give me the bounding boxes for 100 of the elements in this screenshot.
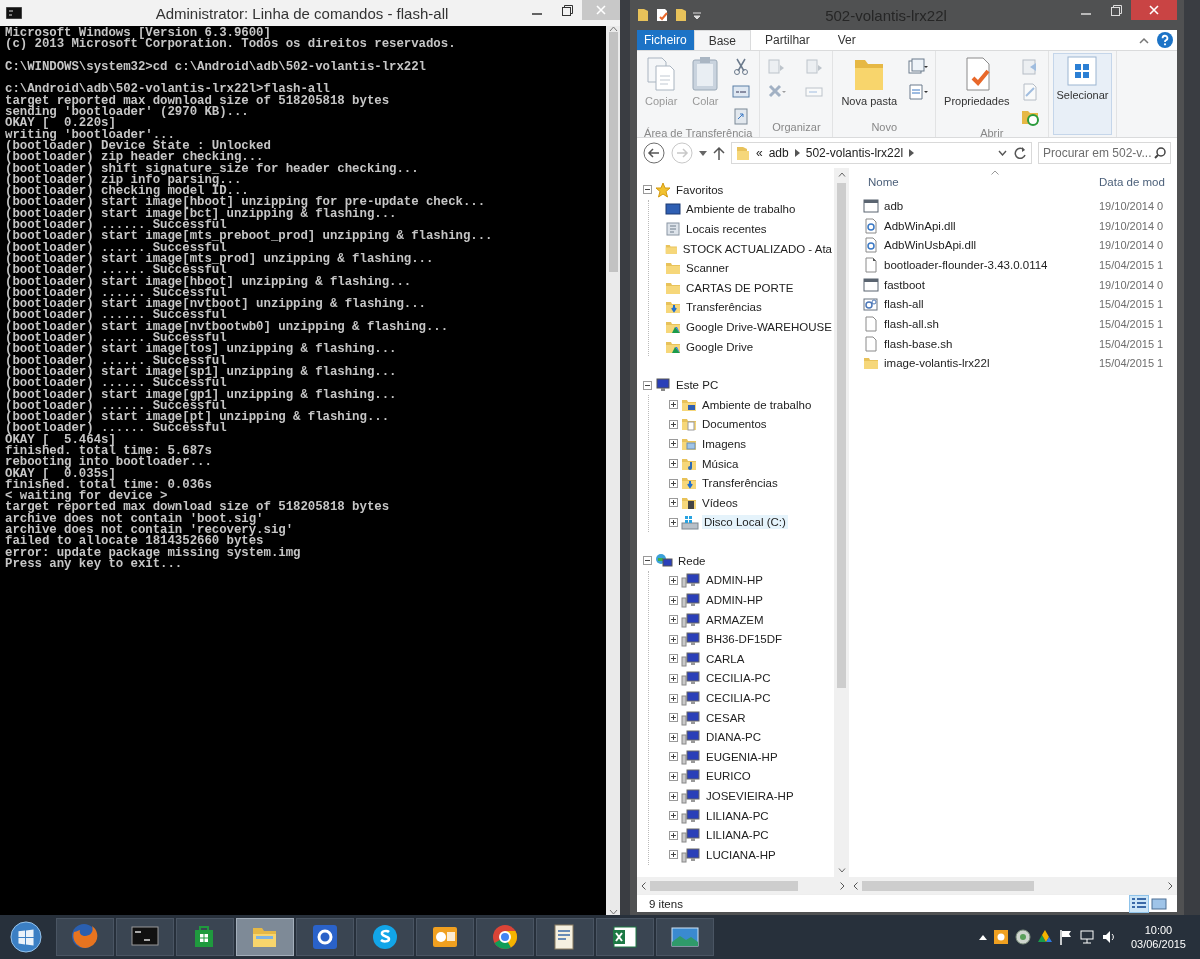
drive-tray-icon[interactable]: [1036, 929, 1053, 945]
flag-icon[interactable]: [1058, 929, 1073, 945]
tree-item[interactable]: LUCIANA-HP: [704, 847, 778, 862]
tree-item[interactable]: JOSEVIEIRA-HP: [704, 789, 796, 803]
tree-item[interactable]: Locais recentes: [684, 222, 769, 236]
ribbon-button[interactable]: Selecionar: [1052, 53, 1113, 135]
taskbar-button[interactable]: [536, 918, 594, 956]
folder-icon[interactable]: [637, 8, 649, 22]
file-name[interactable]: adb: [884, 199, 904, 212]
expand-icon[interactable]: [669, 576, 678, 585]
scrollbar[interactable]: [606, 26, 620, 915]
breadcrumb[interactable]: 502-volantis-lrx22l: [805, 146, 904, 160]
customize-caret-icon[interactable]: [693, 11, 701, 19]
expand-icon[interactable]: [669, 811, 678, 821]
mail-tray-icon[interactable]: [992, 929, 1009, 945]
refresh-icon[interactable]: [1013, 146, 1027, 160]
expand-icon[interactable]: [669, 752, 678, 762]
tree-item[interactable]: ADMIN-HP: [704, 573, 765, 588]
expand-icon[interactable]: [669, 732, 678, 742]
tree-item[interactable]: Google Drive: [684, 339, 756, 354]
dropdown-icon[interactable]: [998, 150, 1007, 156]
close-button[interactable]: [1131, 0, 1177, 20]
tree-item[interactable]: CECILIA-PC: [704, 671, 773, 686]
help-icon[interactable]: [1157, 32, 1173, 48]
file-menu-tab[interactable]: Ficheiro: [637, 30, 694, 50]
expand-icon[interactable]: [669, 478, 678, 488]
expand-icon[interactable]: [669, 791, 678, 801]
new-folder-icon[interactable]: [675, 8, 687, 22]
tree-item[interactable]: Scanner: [684, 261, 731, 276]
tree-item[interactable]: Documentos: [700, 417, 769, 432]
back-button[interactable]: [643, 142, 665, 164]
properties-icon[interactable]: [655, 8, 669, 22]
tree-item[interactable]: Transferências: [700, 476, 780, 491]
expand-icon[interactable]: [669, 673, 678, 683]
tree-item[interactable]: CECILIA-PC: [704, 691, 773, 706]
tree-item[interactable]: Ambiente de trabalho: [684, 202, 798, 217]
file-name[interactable]: flash-base.sh: [884, 337, 953, 350]
tree-item[interactable]: Disco Local (C:): [702, 515, 788, 530]
expand-icon[interactable]: [669, 693, 678, 703]
clock-date[interactable]: 03/06/2015: [1130, 937, 1186, 951]
show-hidden-icons-icon[interactable]: [978, 934, 987, 940]
tree-item[interactable]: CARTAS DE PORTE: [684, 280, 796, 295]
scrollbar[interactable]: [849, 877, 1177, 894]
taskbar-button[interactable]: [296, 918, 354, 956]
breadcrumb[interactable]: «: [756, 146, 763, 160]
collapse-ribbon-icon[interactable]: [1139, 36, 1149, 44]
expand-icon[interactable]: [669, 439, 678, 449]
expand-icon[interactable]: [669, 498, 678, 508]
expand-icon[interactable]: [669, 713, 678, 723]
taskbar-button[interactable]: [416, 918, 474, 956]
address-bar[interactable]: « adb 502-volantis-lrx22l: [731, 142, 1032, 164]
chevron-icon[interactable]: [909, 149, 915, 157]
scrollbar[interactable]: [834, 168, 849, 877]
column-header[interactable]: Nome: [863, 176, 1099, 188]
ribbon-tab[interactable]: Partilhar: [751, 30, 824, 50]
view-button[interactable]: [1129, 894, 1149, 913]
expand-icon[interactable]: [669, 634, 678, 644]
expand-icon[interactable]: [669, 771, 678, 781]
tree-item[interactable]: LILIANA-PC: [704, 808, 771, 823]
file-name[interactable]: flash-all.sh: [884, 317, 939, 330]
expand-icon[interactable]: [669, 419, 678, 429]
expand-icon[interactable]: [669, 654, 678, 664]
recent-caret-icon[interactable]: [699, 150, 707, 156]
file-name[interactable]: flash-all: [884, 298, 924, 311]
volume-icon[interactable]: [1100, 929, 1117, 945]
expand-icon[interactable]: [669, 615, 678, 625]
tree-item[interactable]: BH36-DF15DF: [704, 632, 785, 647]
ribbon-tab[interactable]: Ver: [823, 30, 870, 50]
file-name[interactable]: bootloader-flounder-3.43.0.0114: [884, 258, 1048, 271]
tree-item[interactable]: Favoritos: [674, 182, 726, 197]
tree-item[interactable]: STOCK ACTUALIZADO - Ata: [680, 241, 834, 256]
network-tray-icon[interactable]: [1078, 929, 1095, 945]
taskbar-button[interactable]: [476, 918, 534, 956]
file-name[interactable]: AdbWinUsbApi.dll: [884, 239, 977, 252]
tree-item[interactable]: ARMAZEM: [704, 612, 766, 627]
taskbar-button[interactable]: [176, 918, 234, 956]
tree-item[interactable]: LILIANA-PC: [704, 828, 771, 843]
file-name[interactable]: AdbWinApi.dll: [884, 219, 956, 232]
tree-item[interactable]: Rede: [676, 553, 708, 568]
tree-item[interactable]: DIANA-PC: [704, 730, 763, 745]
tree-item[interactable]: Música: [700, 456, 741, 471]
scroll-thumb[interactable]: [608, 32, 618, 272]
tree-item[interactable]: Ambiente de trabalho: [700, 397, 814, 412]
collapse-icon[interactable]: [643, 185, 652, 195]
tree-item[interactable]: ADMIN-HP: [704, 593, 765, 608]
tree-item[interactable]: CESAR: [704, 710, 748, 725]
tree-item[interactable]: Imagens: [700, 436, 749, 451]
tree-item[interactable]: Google Drive-WAREHOUSE: [684, 319, 834, 334]
ribbon-tab[interactable]: Base: [693, 30, 752, 50]
breadcrumb[interactable]: adb: [768, 146, 789, 160]
collapse-icon[interactable]: [643, 556, 652, 566]
taskbar-button[interactable]: [656, 918, 714, 956]
expand-icon[interactable]: [669, 517, 678, 527]
tree-item[interactable]: Transferências: [684, 300, 764, 315]
expand-icon[interactable]: [669, 400, 678, 410]
scrollbar[interactable]: [637, 877, 849, 894]
ribbon-button[interactable]: Nova pasta: [837, 53, 902, 110]
tree-item[interactable]: EUGENIA-HP: [704, 749, 780, 764]
search-field[interactable]: Procurar em 502-v...: [1038, 142, 1171, 164]
file-name[interactable]: image-volantis-lrx22l: [884, 357, 990, 370]
